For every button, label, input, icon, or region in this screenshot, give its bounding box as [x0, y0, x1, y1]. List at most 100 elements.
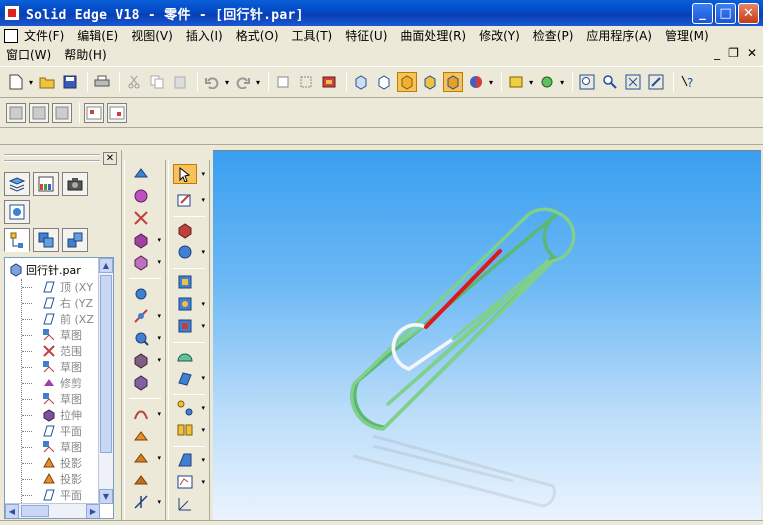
display-sphere-icon[interactable]	[466, 72, 486, 92]
select-filter-icon[interactable]	[84, 102, 104, 123]
chevron-down-icon[interactable]: ▾	[157, 498, 161, 506]
copy-icon[interactable]	[147, 72, 167, 92]
select-child-icon[interactable]	[29, 102, 49, 123]
chevron-down-icon[interactable]: ▾	[489, 78, 493, 87]
chevron-down-icon[interactable]: ▾	[529, 78, 533, 87]
menu-surfacing[interactable]: 曲面处理(R)	[400, 27, 466, 44]
menu-manage[interactable]: 管理(M)	[665, 27, 709, 44]
properties-icon[interactable]	[319, 72, 339, 92]
minimize-button[interactable]: _	[692, 3, 713, 24]
chevron-down-icon[interactable]: ▾	[157, 356, 161, 364]
tree-item[interactable]: 平面	[22, 423, 94, 439]
shaded-edges-icon[interactable]	[420, 72, 440, 92]
redo-icon[interactable]	[233, 72, 253, 92]
chevron-down-icon[interactable]: ▾	[201, 478, 205, 486]
tree-item[interactable]: 前 (XZ	[22, 311, 94, 327]
sketch-plane-icon[interactable]	[173, 190, 197, 210]
revolved-cutout-icon[interactable]	[173, 294, 197, 314]
cutout-tool-icon[interactable]	[129, 252, 153, 272]
menu-inspect[interactable]: 检查(P)	[533, 27, 574, 44]
tree-item[interactable]: 范围	[22, 343, 94, 359]
menu-features[interactable]: 特征(U)	[345, 27, 387, 44]
paste-link-icon[interactable]	[273, 72, 293, 92]
chevron-down-icon[interactable]: ▾	[560, 78, 564, 87]
select-tool-icon[interactable]	[296, 72, 316, 92]
tree-item[interactable]: 草图	[22, 391, 94, 407]
chevron-down-icon[interactable]: ▾	[157, 312, 161, 320]
range-tool-icon[interactable]	[129, 208, 153, 228]
chamfer-tool-icon[interactable]	[129, 328, 153, 348]
assembly-tab-icon[interactable]	[62, 228, 88, 252]
menu-tools[interactable]: 工具(T)	[292, 27, 333, 44]
vertical-scrollbar[interactable]: ▲ ▼	[98, 258, 113, 504]
panel-close-icon[interactable]: ✕	[103, 152, 117, 165]
select-parent-icon[interactable]	[6, 102, 26, 123]
print-icon[interactable]	[92, 72, 112, 92]
chevron-down-icon[interactable]: ▾	[201, 170, 205, 178]
scroll-up-icon[interactable]: ▲	[99, 258, 113, 273]
dome-icon[interactable]	[173, 346, 197, 366]
select-all-icon[interactable]	[52, 102, 72, 123]
feature-pathfinder-tab-icon[interactable]	[4, 228, 30, 252]
chevron-down-icon[interactable]: ▾	[225, 78, 229, 87]
tree-item[interactable]: 草图	[22, 327, 94, 343]
paste-icon[interactable]	[170, 72, 190, 92]
zoom-icon[interactable]	[600, 72, 620, 92]
pan-icon[interactable]	[646, 72, 666, 92]
menu-modify[interactable]: 修改(Y)	[479, 27, 520, 44]
document-icon[interactable]	[4, 28, 18, 43]
panel-grip[interactable]	[4, 154, 100, 162]
menu-help[interactable]: 帮助(H)	[64, 46, 106, 63]
chevron-down-icon[interactable]: ▾	[201, 404, 205, 412]
hole-feature-icon[interactable]	[173, 316, 197, 336]
new-file-icon[interactable]	[6, 72, 26, 92]
tree-item[interactable]: 平面	[22, 487, 94, 503]
chevron-down-icon[interactable]: ▾	[201, 322, 205, 330]
axis-tool-icon[interactable]	[129, 492, 153, 512]
chevron-down-icon[interactable]: ▾	[201, 248, 205, 256]
doc-minimize-button[interactable]: _	[714, 46, 720, 60]
open-folder-icon[interactable]	[37, 72, 57, 92]
smooth-shading-icon[interactable]	[443, 72, 464, 92]
tree-item[interactable]: 右 (YZ	[22, 295, 94, 311]
visible-edges-icon[interactable]	[374, 72, 394, 92]
scroll-down-icon[interactable]: ▼	[99, 489, 113, 504]
revolve-icon[interactable]	[129, 186, 153, 206]
scroll-right-icon[interactable]: ▶	[86, 504, 100, 518]
tree-item[interactable]: 投影	[22, 455, 94, 471]
rib-icon[interactable]	[173, 472, 197, 492]
thin-wall-icon[interactable]	[129, 350, 153, 370]
cut-icon[interactable]	[124, 72, 144, 92]
fit-view-icon[interactable]	[623, 72, 643, 92]
loft-tool-icon[interactable]	[129, 470, 153, 490]
color-tab-icon[interactable]	[33, 172, 59, 196]
undo-icon[interactable]	[202, 72, 222, 92]
scroll-thumb[interactable]	[100, 275, 112, 453]
coordinate-system-icon[interactable]	[173, 494, 197, 514]
wireframe-view-icon[interactable]	[351, 72, 371, 92]
chevron-down-icon[interactable]: ▾	[201, 426, 205, 434]
select-arrow-icon[interactable]	[173, 164, 197, 184]
chevron-down-icon[interactable]: ▾	[157, 454, 161, 462]
menu-insert[interactable]: 插入(I)	[186, 27, 223, 44]
pattern-icon[interactable]	[173, 398, 197, 418]
tree-item[interactable]: 顶 (XY	[22, 279, 94, 295]
mirror-icon[interactable]	[173, 420, 197, 440]
horizontal-scrollbar[interactable]: ◀ ▶	[5, 503, 100, 518]
zoom-area-icon[interactable]	[577, 72, 597, 92]
chevron-down-icon[interactable]: ▾	[201, 456, 205, 464]
scroll-left-icon[interactable]: ◀	[5, 504, 19, 518]
chevron-down-icon[interactable]: ▾	[256, 78, 260, 87]
chevron-down-icon[interactable]: ▾	[201, 374, 205, 382]
swept-tool-icon[interactable]	[129, 448, 153, 468]
round-tool-icon[interactable]	[129, 306, 153, 326]
rotate-view-icon[interactable]	[537, 72, 557, 92]
tree-item[interactable]: 草图	[22, 439, 94, 455]
select-filter2-icon[interactable]	[107, 102, 127, 123]
close-button[interactable]: ✕	[738, 3, 759, 24]
revolved-protrusion-icon[interactable]	[173, 242, 197, 262]
helix-icon[interactable]	[129, 372, 153, 392]
chevron-down-icon[interactable]: ▾	[157, 258, 161, 266]
menu-applications[interactable]: 应用程序(A)	[586, 27, 652, 44]
menu-format[interactable]: 格式(O)	[236, 27, 279, 44]
